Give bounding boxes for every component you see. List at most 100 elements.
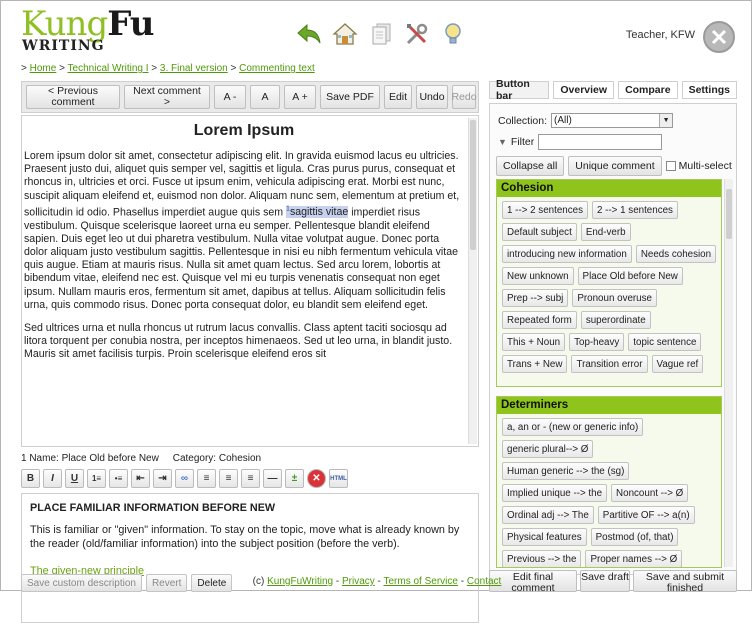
documents-icon[interactable] bbox=[367, 21, 395, 47]
breadcrumb-current[interactable]: Commenting text bbox=[239, 63, 315, 74]
align-right-button[interactable]: ≡ bbox=[241, 469, 260, 488]
comment-chip[interactable]: Previous --> the bbox=[502, 550, 582, 567]
user-name: Teacher, KFW bbox=[625, 29, 695, 41]
comment-chip[interactable]: Physical features bbox=[502, 528, 587, 546]
comment-chip[interactable]: Vague ref bbox=[651, 355, 704, 373]
edit-button[interactable]: Edit bbox=[384, 85, 412, 109]
save-pdf-button[interactable]: Save PDF bbox=[320, 85, 380, 109]
comment-chip[interactable]: topic sentence bbox=[628, 333, 702, 351]
panel-scrollbar[interactable] bbox=[724, 179, 733, 567]
category-cohesion: Cohesion 1 --> 2 sentences 2 --> 1 sente… bbox=[496, 179, 722, 387]
indent-button[interactable]: ⇥ bbox=[153, 469, 172, 488]
comment-chip[interactable]: New unknown bbox=[502, 267, 574, 285]
breadcrumb-course[interactable]: Technical Writing I bbox=[68, 63, 149, 74]
footer-privacy-link[interactable]: Privacy bbox=[342, 576, 375, 587]
scrollbar-thumb[interactable] bbox=[470, 120, 476, 250]
comment-chip[interactable]: Noncount --> Ø bbox=[611, 484, 689, 502]
comment-chip[interactable]: Place Old before New bbox=[577, 267, 683, 285]
comment-chip[interactable]: Top-heavy bbox=[569, 333, 625, 351]
comment-chip[interactable]: generic plural--> Ø bbox=[502, 440, 594, 458]
ordered-list-button[interactable]: 1≡ bbox=[87, 469, 106, 488]
footer: (c) KungFuWriting - Privacy - Terms of S… bbox=[1, 576, 752, 587]
description-text: This is familiar or "given" information.… bbox=[30, 524, 460, 550]
breadcrumb-home[interactable]: Home bbox=[30, 63, 57, 74]
comment-chip[interactable]: End-verb bbox=[580, 223, 631, 241]
chip-list: a, an or - (new or generic info) generic… bbox=[497, 414, 721, 567]
tab-settings[interactable]: Settings bbox=[681, 81, 737, 99]
category-header[interactable]: Cohesion bbox=[497, 180, 721, 197]
comment-chip[interactable]: Trans + New bbox=[502, 355, 568, 373]
align-left-button[interactable]: ≡ bbox=[197, 469, 216, 488]
multi-select-toggle[interactable]: Multi-select bbox=[665, 160, 732, 172]
footer-contact-link[interactable]: Contact bbox=[467, 576, 501, 587]
redo-button[interactable]: Redo bbox=[451, 85, 477, 109]
comment-description[interactable]: PLACE FAMILIAR INFORMATION BEFORE NEW Th… bbox=[21, 493, 479, 623]
tab-button-bar[interactable]: Button bar bbox=[489, 78, 550, 102]
comment-chip[interactable]: introducing new information bbox=[502, 245, 632, 263]
logout-close-icon[interactable] bbox=[703, 21, 735, 53]
font-reset-button[interactable]: A bbox=[250, 85, 280, 109]
comment-highlight[interactable]: 1sagittis vitae bbox=[286, 206, 349, 219]
comment-chip[interactable]: 2 --> 1 sentences bbox=[591, 201, 678, 219]
document-paragraph-1: Lorem ipsum dolor sit amet, consectetur … bbox=[24, 150, 464, 312]
link-button[interactable]: ∞ bbox=[175, 469, 194, 488]
comment-chip[interactable]: Repeated form bbox=[502, 311, 577, 329]
description-title: PLACE FAMILIAR INFORMATION BEFORE NEW bbox=[30, 502, 276, 514]
tab-compare[interactable]: Compare bbox=[618, 81, 678, 99]
collection-select[interactable]: (All) ▼ bbox=[551, 113, 674, 128]
comment-chip[interactable]: Ordinal adj --> The bbox=[502, 506, 594, 524]
footer-terms-link[interactable]: Terms of Service bbox=[384, 576, 458, 587]
comment-chip[interactable]: 1 --> 2 sentences bbox=[502, 201, 588, 219]
comment-chip[interactable]: Pronoun overuse bbox=[572, 289, 657, 307]
undo-button[interactable]: Undo bbox=[416, 85, 448, 109]
panel-controls: Collapse all Unique comment Multi-select bbox=[496, 156, 732, 176]
unique-comment-button[interactable]: Unique comment bbox=[568, 156, 662, 176]
category-header[interactable]: Determiners bbox=[497, 397, 721, 414]
filter-input[interactable] bbox=[538, 134, 663, 150]
insert-image-button[interactable]: ± bbox=[285, 469, 304, 488]
multi-select-checkbox[interactable] bbox=[665, 161, 676, 171]
document-scrollbar[interactable] bbox=[468, 118, 477, 444]
logo[interactable]: KungFu WRITING bbox=[21, 7, 154, 53]
comment-chip[interactable]: Postmod (of, that) bbox=[590, 528, 679, 546]
collapse-all-button[interactable]: Collapse all bbox=[496, 156, 565, 176]
breadcrumb-sep: > bbox=[59, 63, 65, 74]
bold-button[interactable]: B bbox=[21, 469, 40, 488]
unordered-list-button[interactable]: •≡ bbox=[109, 469, 128, 488]
comment-chip[interactable]: Proper names --> Ø bbox=[585, 550, 683, 567]
comment-chip[interactable]: Implied unique --> the bbox=[502, 484, 608, 502]
font-decrease-button[interactable]: A - bbox=[214, 85, 246, 109]
comment-chip[interactable]: Transition error bbox=[571, 355, 648, 373]
breadcrumb-sep: > bbox=[21, 63, 27, 74]
back-arrow-icon[interactable] bbox=[295, 21, 323, 47]
comment-chip[interactable]: This + Noun bbox=[502, 333, 566, 351]
comment-chip[interactable]: Human generic --> the (sg) bbox=[502, 462, 630, 480]
comment-chip[interactable]: Partitive OF --> a(n) bbox=[597, 506, 695, 524]
panel-tabs: Button bar Overview Compare Settings bbox=[489, 78, 737, 102]
scrollbar-thumb[interactable] bbox=[726, 189, 732, 239]
align-center-button[interactable]: ≡ bbox=[219, 469, 238, 488]
comment-chip[interactable]: Prep --> subj bbox=[502, 289, 569, 307]
document-view[interactable]: Lorem Ipsum Lorem ipsum dolor sit amet, … bbox=[21, 115, 479, 447]
lightbulb-icon[interactable] bbox=[439, 21, 467, 47]
footer-brand-link[interactable]: KungFuWriting bbox=[267, 576, 333, 587]
horizontal-rule-button[interactable]: — bbox=[263, 469, 282, 488]
breadcrumb-assignment[interactable]: 3. Final version bbox=[160, 63, 228, 74]
underline-button[interactable]: U bbox=[65, 469, 84, 488]
next-comment-button[interactable]: Next comment > bbox=[124, 85, 210, 109]
footer-sep: - bbox=[333, 576, 342, 587]
home-icon[interactable] bbox=[331, 21, 359, 47]
comment-chip[interactable]: superordinate bbox=[580, 311, 651, 329]
outdent-button[interactable]: ⇤ bbox=[131, 469, 150, 488]
tools-icon[interactable] bbox=[403, 21, 431, 47]
remove-format-button[interactable]: ✕ bbox=[307, 469, 326, 488]
comment-chip[interactable]: a, an or - (new or generic info) bbox=[502, 418, 644, 436]
comment-chip[interactable]: Default subject bbox=[502, 223, 577, 241]
editor-panel: < Previous comment Next comment > A - A … bbox=[21, 81, 479, 623]
html-source-button[interactable]: HTML bbox=[329, 469, 348, 488]
font-increase-button[interactable]: A + bbox=[284, 85, 316, 109]
previous-comment-button[interactable]: < Previous comment bbox=[26, 85, 120, 109]
comment-chip[interactable]: Needs cohesion bbox=[635, 245, 717, 263]
italic-button[interactable]: I bbox=[43, 469, 62, 488]
tab-overview[interactable]: Overview bbox=[553, 81, 615, 99]
